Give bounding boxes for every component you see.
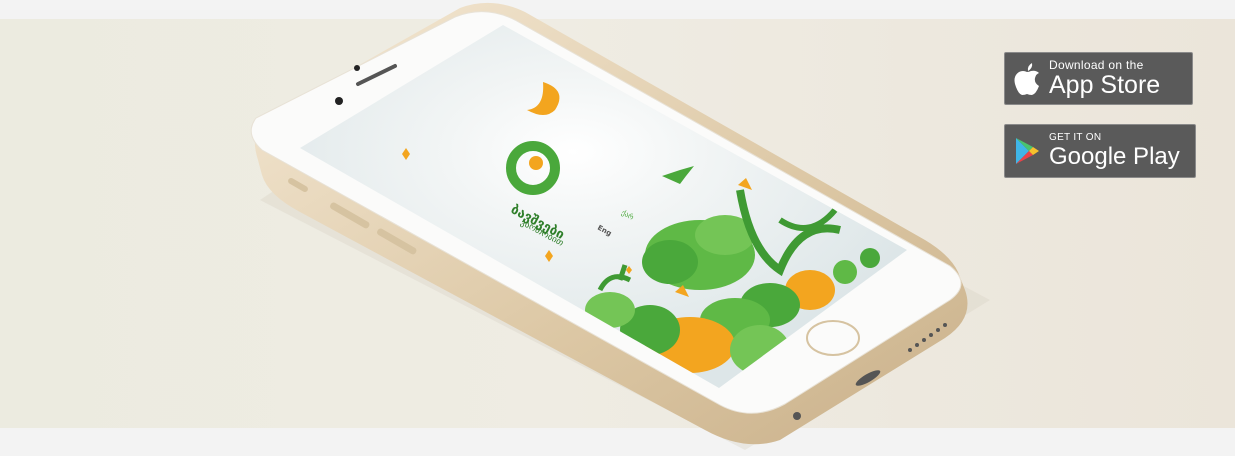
headphone-jack — [793, 412, 801, 420]
apple-icon — [1005, 53, 1049, 104]
google-play-small-text: GET IT ON — [1049, 132, 1102, 143]
app-store-small-text: Download on the — [1049, 58, 1144, 72]
front-sensor — [354, 65, 360, 71]
home-button[interactable] — [806, 320, 860, 356]
app-store-big-text: App Store — [1049, 71, 1161, 99]
google-play-icon — [1005, 125, 1049, 177]
google-play-big-text: Google Play — [1049, 143, 1180, 170]
app-store-badge[interactable]: Download on the App Store — [1004, 52, 1193, 105]
google-play-badge[interactable]: GET IT ON Google Play — [1004, 124, 1196, 178]
front-camera — [335, 97, 343, 105]
